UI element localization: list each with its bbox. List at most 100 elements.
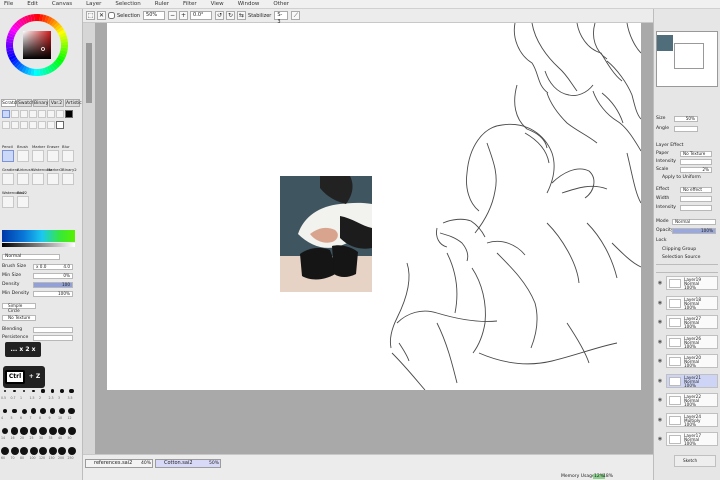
clipping-group-label[interactable]: Clipping Group (662, 247, 696, 252)
zoom-in-icon[interactable]: + (179, 11, 189, 20)
layer-visibility-eye-icon[interactable]: ◉ (656, 374, 664, 388)
layer-visibility-eye-icon[interactable]: ◉ (656, 413, 664, 427)
pan-icon[interactable] (20, 121, 28, 129)
brush-size-preset[interactable] (68, 407, 75, 415)
brush-shape-select[interactable]: Simple Circle (2, 303, 36, 313)
angle-field[interactable]: 0.0° (190, 11, 213, 20)
brush-size-preset[interactable] (1, 447, 9, 455)
blend-mode-select[interactable]: Normal (2, 254, 60, 260)
brush-size-preset[interactable] (20, 447, 28, 455)
brush-size-preset[interactable] (21, 408, 27, 414)
layer-item[interactable]: Layer22 Normal 100% (666, 393, 718, 407)
layer-visibility-eye-icon[interactable]: ◉ (656, 315, 664, 329)
layer-item[interactable]: Layer24 Multiply 100% (666, 412, 718, 427)
tool-pencil-icon[interactable] (2, 150, 14, 162)
brush-size-preset[interactable] (1, 427, 9, 435)
color-gradient-bar-2[interactable] (2, 243, 75, 247)
brush-size-preset[interactable] (32, 389, 35, 393)
brush-size-preset[interactable] (69, 388, 74, 394)
layer-item[interactable]: Layer27 Normal 100% (666, 315, 718, 329)
menu-item-canvas[interactable]: Canvas (52, 1, 72, 7)
brush-size-preset[interactable] (39, 447, 47, 455)
menu-item-file[interactable]: File (4, 1, 13, 7)
brush-size-preset[interactable] (40, 408, 46, 414)
move-layer-icon[interactable] (2, 121, 10, 129)
zoom-field[interactable]: 50% (143, 11, 166, 20)
zoom-out-icon[interactable]: − (168, 11, 178, 20)
brush-size-preset[interactable] (10, 447, 19, 455)
layer-visibility-eye-icon[interactable]: ◉ (656, 432, 664, 446)
brush-size-preset[interactable] (22, 389, 26, 393)
bucket-icon[interactable] (47, 121, 55, 129)
move-icon[interactable] (29, 110, 37, 118)
apply-uniform-label[interactable]: Apply to Uniform (662, 175, 701, 180)
deselect-icon[interactable]: ✕ (97, 11, 106, 20)
menu-item-ruler[interactable]: Ruler (155, 1, 169, 7)
stabilizer-field[interactable]: S-3 (274, 11, 289, 25)
tool-airbrush-icon[interactable] (17, 173, 29, 185)
tool-tab-artistic[interactable]: Artistic (65, 99, 82, 107)
tool-gradient-icon[interactable] (2, 173, 14, 185)
select-tool-icon[interactable]: ⬚ (86, 11, 95, 20)
tool-marker-icon[interactable] (32, 150, 44, 162)
min-density-slider[interactable]: 100% (33, 291, 73, 297)
tool-tab-scratch[interactable]: Scratch (1, 99, 19, 107)
color-gradient-bar[interactable] (2, 230, 75, 242)
tool-brush-icon[interactable] (17, 150, 29, 162)
brush-size-preset[interactable] (20, 427, 28, 435)
opacity-slider[interactable]: 100% (672, 228, 716, 234)
sketch-folder[interactable]: Sketch (674, 455, 716, 467)
blending-slider[interactable] (33, 327, 73, 333)
rotate-right-icon[interactable]: ↻ (226, 11, 236, 20)
tool-marker2-icon[interactable] (47, 173, 59, 185)
brush-size-preset[interactable] (12, 408, 17, 414)
color-wheel[interactable] (0, 9, 83, 87)
tool-eraser-icon[interactable] (47, 150, 59, 162)
brush-size-preset[interactable] (10, 427, 19, 435)
brush-size-preset[interactable] (4, 390, 6, 392)
min-size-slider[interactable]: 0% (33, 273, 73, 279)
zoom-in-tool-icon[interactable] (11, 121, 19, 129)
ruler-icon[interactable]: ⟋ (291, 11, 301, 20)
intensity-slider[interactable] (680, 159, 712, 165)
hand-icon[interactable] (56, 110, 64, 118)
brush-size-preset[interactable] (41, 389, 45, 393)
layer-item[interactable]: Layer21 Normal 100% (666, 373, 718, 388)
canvas-area[interactable] (83, 23, 653, 460)
reference-photo[interactable] (280, 176, 372, 292)
menu-item-layer[interactable]: Layer (86, 1, 101, 7)
select-tool-icon[interactable] (2, 110, 10, 118)
brush-size-preset[interactable] (48, 427, 57, 435)
lasso-icon[interactable] (11, 110, 19, 118)
layer-visibility-eye-icon[interactable]: ◉ (656, 335, 664, 349)
layer-item[interactable]: Layer26 Normal 100% (666, 334, 718, 349)
tool-tab-var2[interactable]: Var.2 (49, 99, 64, 107)
rotate-left-icon[interactable]: ↺ (215, 11, 225, 20)
rotate-icon[interactable] (47, 110, 55, 118)
menu-item-filter[interactable]: Filter (183, 1, 197, 7)
rotate-tool-icon[interactable] (29, 121, 37, 129)
tool-blur2-icon[interactable] (17, 196, 29, 208)
brush-size-preset[interactable] (29, 447, 38, 455)
density-slider[interactable]: 100 (33, 282, 73, 288)
brush-texture-select[interactable]: No Texture (2, 315, 36, 321)
paper-select[interactable]: No Texture (680, 151, 712, 157)
tool-watercolor-icon[interactable] (32, 173, 44, 185)
brush-size-preset[interactable] (60, 389, 64, 393)
tool-watercolor2-icon[interactable] (2, 196, 14, 208)
layer-item[interactable]: Layer18 Normal 100% (666, 295, 718, 310)
layer-visibility-eye-icon[interactable]: ◉ (656, 296, 664, 310)
brush-size-preset[interactable] (67, 447, 76, 455)
menu-item-edit[interactable]: Edit (27, 1, 38, 7)
brush-size-preset[interactable] (13, 389, 16, 393)
tool-tab-binary[interactable]: Binary (33, 99, 48, 107)
intensity2-slider[interactable] (680, 205, 712, 211)
eyedropper-icon[interactable] (38, 121, 46, 129)
menu-item-selection[interactable]: Selection (115, 1, 140, 7)
size-field[interactable]: 50% (674, 116, 698, 122)
flip-icon[interactable]: ⇆ (237, 11, 247, 20)
brush-size-preset[interactable] (39, 427, 47, 435)
brush-size-preset[interactable] (2, 408, 8, 414)
menu-item-other[interactable]: Other (273, 1, 289, 7)
brush-size-preset[interactable] (58, 427, 66, 435)
